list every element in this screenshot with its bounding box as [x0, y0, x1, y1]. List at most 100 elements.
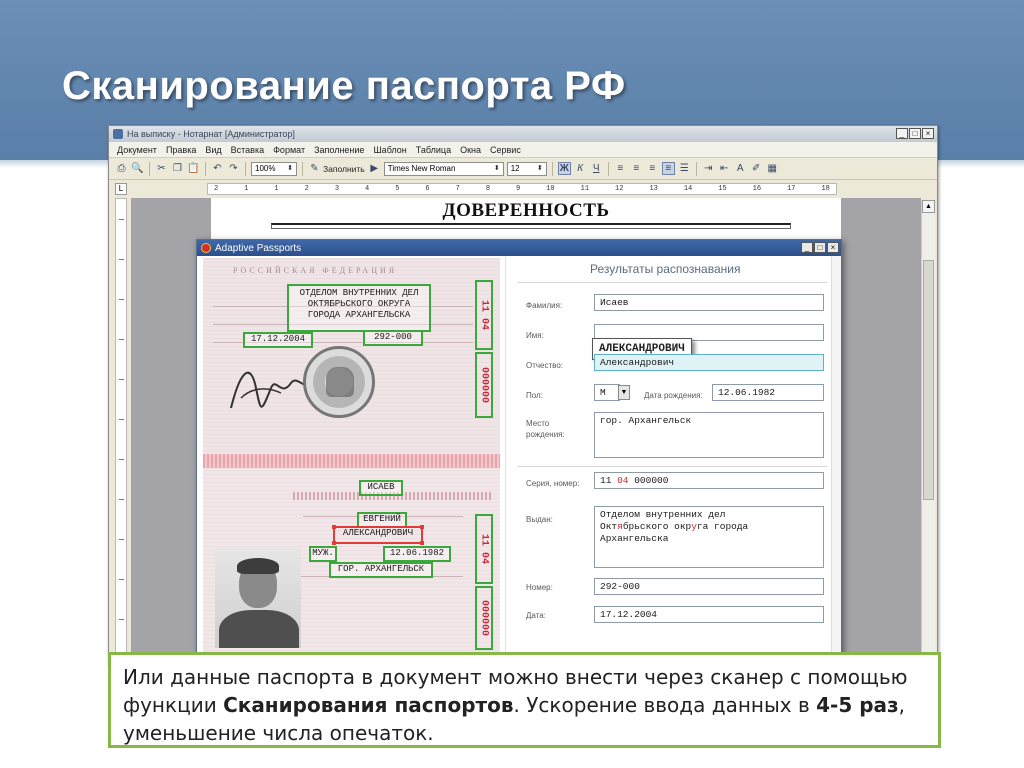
ocr-birth-date-box[interactable]: 12.06.1982: [383, 546, 451, 562]
number-field[interactable]: 292-000: [594, 578, 824, 595]
resize-handle[interactable]: [332, 541, 336, 545]
undo-icon[interactable]: ↶: [211, 162, 224, 175]
number-label: Номер:: [526, 583, 553, 592]
ocr-series-top-box[interactable]: 11 04: [475, 280, 493, 350]
menu-windows[interactable]: Окна: [460, 145, 481, 155]
resize-handle[interactable]: [332, 525, 336, 529]
toolbar-separator: [695, 161, 697, 176]
toolbar-separator: [149, 161, 150, 176]
resize-handle[interactable]: [420, 541, 424, 545]
date-field[interactable]: 17.12.2004: [594, 606, 824, 623]
tab-stop-icon[interactable]: L: [115, 183, 127, 195]
list-icon[interactable]: ☰: [678, 162, 691, 175]
menu-table[interactable]: Таблица: [416, 145, 451, 155]
menu-fill[interactable]: Заполнение: [314, 145, 364, 155]
issued-field[interactable]: Отделом внутренних дел Октябрьского окру…: [594, 506, 824, 568]
menu-edit[interactable]: Правка: [166, 145, 196, 155]
table-icon[interactable]: ▦: [766, 162, 779, 175]
italic-button[interactable]: К: [574, 162, 587, 175]
redo-icon[interactable]: ↷: [227, 162, 240, 175]
ocr-issuer-box[interactable]: ОТДЕЛОМ ВНУТРЕННИХ ДЕЛ ОКТЯБРЬСКОГО ОКРУ…: [287, 284, 431, 332]
ruler-mark: [119, 499, 124, 500]
series-field[interactable]: 11 04 000000: [594, 472, 824, 489]
align-justify-icon[interactable]: ≡: [661, 162, 675, 175]
preview-icon[interactable]: 🔍: [131, 162, 144, 175]
sex-select[interactable]: М: [594, 384, 620, 401]
birth-place-field[interactable]: гор. Архангельск: [594, 412, 824, 458]
stamp-seal: [303, 346, 375, 418]
patronymic-field[interactable]: Александрович: [594, 354, 824, 371]
vertical-scrollbar[interactable]: ▲: [921, 200, 935, 658]
menu-template[interactable]: Шаблон: [373, 145, 406, 155]
scroll-thumb[interactable]: [923, 260, 934, 500]
ocr-number-bottom-box[interactable]: 000000: [475, 586, 493, 650]
ocr-issue-date-box[interactable]: 17.12.2004: [243, 332, 313, 348]
vertical-ruler[interactable]: [115, 198, 127, 658]
passport-dialog: Adaptive Passports _ □ × РОССИЙСКАЯ ФЕДЕ…: [196, 239, 842, 657]
fill-button[interactable]: ✎ Заполнить: [308, 162, 364, 175]
issued-line: Отделом внутренних дел: [600, 509, 726, 520]
dialog-close-button[interactable]: ×: [827, 242, 839, 253]
ocr-surname-box[interactable]: ИСАЕВ: [359, 480, 403, 496]
paste-icon[interactable]: 📋: [187, 162, 200, 175]
zoom-select[interactable]: 100% ⬍: [251, 161, 297, 176]
ocr-birth-place-box[interactable]: ГОР. АРХАНГЕЛЬСК: [329, 562, 433, 578]
results-heading: Результаты распознавания: [590, 262, 741, 276]
align-left-icon[interactable]: ≡: [614, 162, 627, 175]
ocr-number-top-box[interactable]: 000000: [475, 352, 493, 418]
dialog-minimize-button[interactable]: _: [801, 242, 813, 253]
resize-handle[interactable]: [420, 525, 424, 529]
toolbar: ⎙ 🔍 ✂ ❐ 📋 ↶ ↷ 100% ⬍ ✎ Заполнить ▶ Times…: [109, 158, 937, 180]
ruler-tick: 6: [425, 185, 430, 193]
horizontal-ruler[interactable]: 2 1 1 2 3 4 5 6 7 8 9 10 11 12 13 14 15 …: [207, 183, 837, 195]
menu-insert[interactable]: Вставка: [231, 145, 264, 155]
indent-icon[interactable]: ⇥: [702, 162, 715, 175]
ruler-tick: 12: [615, 185, 624, 193]
dropdown-icon: ⬍: [536, 164, 543, 172]
results-divider: [518, 466, 827, 467]
spin-icon: ⬍: [287, 164, 293, 172]
menu-service[interactable]: Сервис: [490, 145, 521, 155]
align-right-icon[interactable]: ≡: [646, 162, 659, 175]
font-name-select[interactable]: Times New Roman ⬍: [383, 161, 504, 176]
birth-date-field[interactable]: 12.06.1982: [712, 384, 824, 401]
menu-document[interactable]: Документ: [117, 145, 157, 155]
results-divider: [518, 282, 827, 283]
play-icon[interactable]: ▶: [368, 162, 381, 175]
date-label: Дата:: [526, 611, 546, 620]
ocr-division-code-box[interactable]: 292-000: [363, 330, 423, 346]
close-button[interactable]: ×: [922, 128, 934, 139]
surname-field[interactable]: Исаев: [594, 294, 824, 311]
font-name-value: Times New Roman: [387, 163, 456, 173]
issued-line: Архангельска: [600, 533, 669, 544]
maximize-button[interactable]: □: [909, 128, 921, 139]
align-center-icon[interactable]: ≡: [630, 162, 643, 175]
font-grow-icon[interactable]: A: [734, 162, 747, 175]
copy-icon[interactable]: ❐: [171, 162, 184, 175]
font-size-select[interactable]: 12 ⬍: [506, 161, 547, 176]
menu-view[interactable]: Вид: [205, 145, 221, 155]
ruler-tick: 14: [683, 185, 693, 193]
ruler-mark: [119, 459, 124, 460]
document-title-underline: [271, 223, 791, 229]
ocr-sex-box[interactable]: МУЖ.: [309, 546, 337, 562]
ocr-patronymic-box[interactable]: АЛЕКСАНДРОВИЧ: [332, 525, 424, 545]
menu-format[interactable]: Формат: [273, 145, 305, 155]
dialog-scrollbar[interactable]: [831, 256, 841, 654]
bold-button[interactable]: Ж: [557, 162, 571, 175]
ocr-series-bottom-box[interactable]: 11 04: [475, 514, 493, 584]
scroll-up-icon[interactable]: ▲: [922, 200, 935, 213]
minimize-button[interactable]: _: [896, 128, 908, 139]
issuer-line: ОКТЯБРЬСКОГО ОКРУГА: [307, 299, 411, 309]
surname-label: Фамилия:: [526, 301, 563, 310]
chevron-down-icon[interactable]: ▼: [618, 385, 630, 400]
print-icon[interactable]: ⎙: [115, 162, 128, 175]
dialog-maximize-button[interactable]: □: [814, 242, 826, 253]
ruler-tick: 5: [395, 185, 400, 193]
underline-button[interactable]: Ч: [590, 162, 603, 175]
cut-icon[interactable]: ✂: [155, 162, 168, 175]
ruler-mark: [119, 339, 124, 340]
outdent-icon[interactable]: ⇤: [718, 162, 731, 175]
toolbar-separator: [607, 161, 609, 176]
highlight-icon[interactable]: ✐: [750, 162, 763, 175]
